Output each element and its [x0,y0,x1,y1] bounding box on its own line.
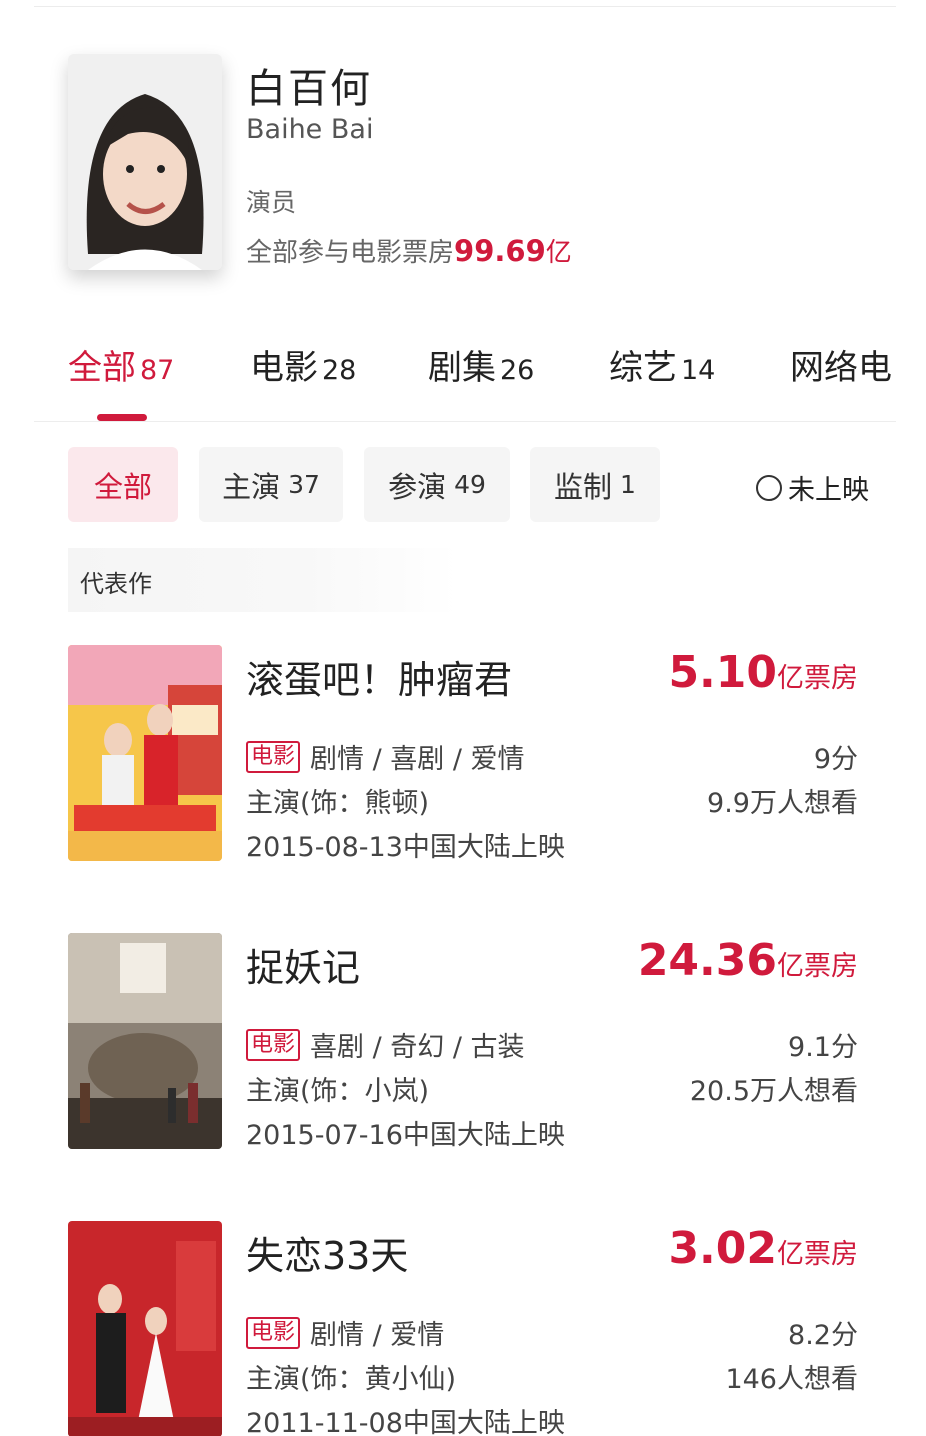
movie-want-count: 9.9万人想看 [707,788,858,819]
movie-poster[interactable] [68,645,222,861]
boxoffice-number: 3.02 [668,1223,777,1274]
tab-label: 网络电 [790,348,892,388]
movie-genres: 喜剧 / 奇幻 / 古装 [310,1032,525,1063]
tab-label: 电影 [250,348,318,388]
movie-want-count: 20.5万人想看 [689,1076,858,1107]
filter-count: 49 [454,470,486,499]
category-tabs: 全部 87 电影 28 剧集 26 综艺 14 网络电 [0,340,926,400]
tab-count: 14 [681,355,716,386]
filter-lead[interactable]: 主演 37 [199,447,343,522]
poster-image [68,933,222,1149]
movie-score: 9.1分 [788,1032,858,1063]
movie-poster[interactable] [68,933,222,1149]
movie-type-tag: 电影 [246,740,301,773]
movie-release: 2011-11-08中国大陆上映 [246,1408,565,1436]
filter-all[interactable]: 全部 [68,447,178,522]
poster-image [68,645,222,861]
movie-role: 主演(饰：黄小仙) [246,1364,457,1395]
movie-boxoffice: 5.10亿票房 [668,647,858,698]
tab-count: 87 [140,355,175,386]
filter-label: 监制 [554,469,613,504]
tab-variety[interactable]: 综艺 14 [609,340,715,389]
movie-role: 主演(饰：小岚) [246,1076,430,1107]
section-label: 代表作 [80,570,152,598]
movie-genre-row: 电影 剧情 / 爱情 [246,1313,444,1352]
total-boxoffice-prefix: 全部参与电影票房 [246,238,455,268]
movie-item[interactable]: 滚蛋吧！肿瘤君 5.10亿票房 电影 剧情 / 喜剧 / 爱情 主演(饰：熊顿)… [0,645,926,875]
movie-score: 9分 [813,744,858,775]
filter-count: 1 [620,470,636,499]
boxoffice-unit: 亿票房 [777,663,858,694]
boxoffice-unit: 亿票房 [777,1239,858,1270]
movie-type-tag: 电影 [246,1028,301,1061]
tab-web-movies[interactable]: 网络电 [790,340,892,389]
boxoffice-unit: 亿票房 [777,951,858,982]
movie-genre-row: 电影 喜剧 / 奇幻 / 古装 [246,1025,525,1064]
poster-image [68,1221,222,1436]
movie-title: 捉妖记 [246,946,361,990]
radio-circle-icon [756,474,782,501]
person-role: 演员 [246,188,297,217]
tabs-divider [34,421,896,422]
tab-count: 26 [500,355,535,386]
movie-boxoffice: 24.36亿票房 [638,935,858,986]
movie-poster[interactable] [68,1221,222,1436]
total-boxoffice-unit: 亿 [545,238,572,268]
active-tab-indicator [97,414,147,421]
boxoffice-number: 5.10 [668,647,777,698]
unreleased-label: 未上映 [788,475,869,506]
tab-label: 剧集 [428,348,496,388]
filter-label: 参演 [388,469,447,504]
movie-item[interactable]: 捉妖记 24.36亿票房 电影 喜剧 / 奇幻 / 古装 主演(饰：小岚) 20… [0,933,926,1163]
filter-producer[interactable]: 监制 1 [530,447,660,522]
boxoffice-number: 24.36 [637,935,777,986]
movie-genre-row: 电影 剧情 / 喜剧 / 爱情 [246,737,525,776]
movie-genres: 剧情 / 喜剧 / 爱情 [310,744,525,775]
person-name-en: Baihe Bai [246,114,374,145]
filter-count: 37 [288,470,320,499]
unreleased-toggle[interactable]: 未上映 [756,468,869,507]
filter-label: 全部 [93,469,152,504]
movie-release: 2015-07-16中国大陆上映 [246,1120,565,1151]
filter-supporting[interactable]: 参演 49 [364,447,510,522]
movie-genres: 剧情 / 爱情 [310,1320,445,1351]
movie-score: 8.2分 [788,1320,858,1351]
tab-all[interactable]: 全部 87 [68,340,174,389]
tab-label: 全部 [68,348,136,388]
movie-item[interactable]: 失恋33天 3.02亿票房 电影 剧情 / 爱情 主演(饰：黄小仙) 2011-… [0,1221,926,1436]
tab-count: 28 [322,355,357,386]
movie-title: 失恋33天 [246,1234,409,1278]
avatar[interactable] [68,54,222,270]
filter-label: 主演 [222,469,281,504]
movie-type-tag: 电影 [246,1316,301,1349]
movie-boxoffice: 3.02亿票房 [668,1223,858,1274]
top-divider [34,6,896,7]
tab-movies[interactable]: 电影 28 [250,340,356,389]
movie-want-count: 146人想看 [725,1364,858,1395]
total-boxoffice: 全部参与电影票房99.69亿 [246,232,572,269]
tab-series[interactable]: 剧集 26 [428,340,534,389]
movie-role: 主演(饰：熊顿) [246,788,430,819]
person-name-cn: 白百何 [246,66,372,112]
tab-label: 综艺 [609,348,677,388]
total-boxoffice-amount: 99.69 [454,234,546,268]
movie-release: 2015-08-13中国大陆上映 [246,832,565,863]
movie-title: 滚蛋吧！肿瘤君 [246,658,513,702]
avatar-photo [68,54,222,270]
